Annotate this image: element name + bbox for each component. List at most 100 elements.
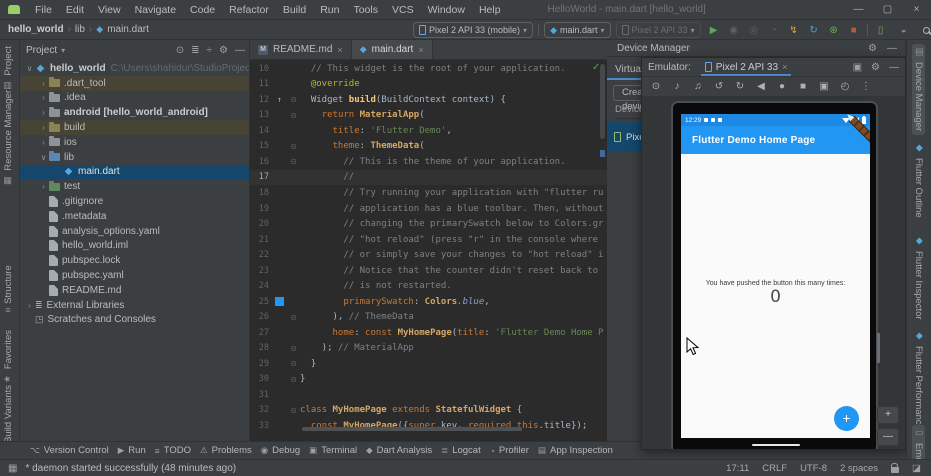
menu-vcs[interactable]: VCS	[385, 0, 421, 20]
menu-tools[interactable]: Tools	[346, 0, 385, 20]
code-line-27[interactable]: 27 home: const MyHomePage(title: 'Flutte…	[250, 325, 607, 341]
collapse-all-button[interactable]: ÷	[207, 45, 213, 56]
more-button[interactable]: ⋮	[860, 81, 872, 92]
window-mode-button[interactable]: ▣	[853, 62, 862, 73]
breadcrumb-item-main.dart[interactable]: main.dart	[107, 24, 149, 35]
tool-strip-item-flutter-performance[interactable]: ◆ Flutter Performance	[912, 328, 925, 434]
line-number[interactable]: 31	[250, 390, 272, 400]
debug-button[interactable]: ◉	[726, 25, 742, 36]
attach-debugger-button[interactable]: ⊛	[826, 25, 842, 36]
code-line-33[interactable]: 33 const MyHomePage({super.key, required…	[250, 418, 607, 434]
code-line-11[interactable]: 11 @override	[250, 77, 607, 93]
editor-horizontal-scrollbar[interactable]	[302, 427, 522, 431]
flutter-hot-restart-button[interactable]: ↻	[806, 25, 822, 36]
code-line-12[interactable]: 12 ↑ ⊟ Widget build(BuildContext context) …	[250, 92, 607, 108]
line-number[interactable]: 16	[250, 157, 272, 167]
run-configuration-selector[interactable]: ◆ main.dart ▾	[544, 22, 611, 38]
tree-toggle-icon[interactable]: ›	[38, 138, 49, 147]
line-number[interactable]: 23	[250, 266, 272, 276]
device-selector[interactable]: Pixel 2 API 33 (mobile) ▾	[413, 22, 534, 38]
tool-window-switcher-icon[interactable]: ▦	[8, 463, 17, 474]
settings-button[interactable]: ⚙	[219, 45, 228, 56]
line-number[interactable]: 15	[250, 141, 272, 151]
color-swatch-icon[interactable]	[272, 297, 287, 307]
settings-button[interactable]: ⚙	[871, 62, 880, 73]
hide-panel-button[interactable]: —	[235, 45, 245, 56]
close-icon[interactable]: ×	[337, 45, 342, 55]
code-line-32[interactable]: 32 ⊟ class MyHomePage extends StatefulWidg…	[250, 403, 607, 419]
tree-toggle-icon[interactable]: ›	[38, 79, 49, 88]
code-line-28[interactable]: 28 ⊟ ); // MaterialApp	[250, 341, 607, 357]
tree-toggle-icon[interactable]: ∨	[24, 64, 35, 73]
fold-marker-icon[interactable]: ⊟	[287, 157, 300, 166]
fold-marker-icon[interactable]: ⊟	[287, 111, 300, 120]
tree-item-.idea[interactable]: › .idea	[20, 91, 249, 106]
fold-marker-icon[interactable]: ⊟	[287, 344, 300, 353]
project-view-selector[interactable]: Project ▾	[26, 45, 65, 56]
code-line-10[interactable]: 10 // This widget is the root of your ap…	[250, 61, 607, 77]
code-line-29[interactable]: 29 ⊟ }	[250, 356, 607, 372]
flutter-hot-reload-button[interactable]: ↯	[786, 25, 802, 36]
code-line-26[interactable]: 26 ⊟ ), // ThemeData	[250, 310, 607, 326]
line-number[interactable]: 11	[250, 79, 272, 89]
close-icon[interactable]: ×	[782, 62, 787, 72]
tree-item-Scratches[interactable]: ◳ Scratches and Consoles	[20, 313, 249, 328]
menu-build[interactable]: Build	[276, 0, 313, 20]
editor-tab-README.md[interactable]: M README.md ×	[250, 40, 352, 59]
line-number[interactable]: 25	[250, 297, 272, 307]
emulator-device-tab[interactable]: Pixel 2 API 33 ×	[700, 58, 792, 76]
fold-marker-icon[interactable]: ⊟	[287, 375, 300, 384]
close-button[interactable]: ×	[902, 0, 931, 19]
tool-window-button-run[interactable]: ▶ Run	[118, 445, 146, 456]
fold-marker-icon[interactable]: ⊟	[287, 313, 300, 322]
fold-marker-icon[interactable]: ⊟	[287, 95, 300, 104]
volume-up-button[interactable]: ♫	[692, 81, 704, 92]
code-line-22[interactable]: 22 // or simply save your changes to "ho…	[250, 247, 607, 263]
search-everywhere-button[interactable]	[919, 26, 931, 34]
tool-strip-item-device-manager[interactable]: ▥ Device Manager	[912, 44, 925, 136]
code-line-23[interactable]: 23 // Notice that the counter didn't res…	[250, 263, 607, 279]
menu-navigate[interactable]: Navigate	[128, 0, 183, 20]
code-line-14[interactable]: 14 title: 'Flutter Demo',	[250, 123, 607, 139]
code-line-19[interactable]: 19 // application has a blue toolbar. Th…	[250, 201, 607, 217]
caret-position[interactable]: 17:11	[726, 463, 749, 474]
menu-file[interactable]: File	[28, 0, 59, 20]
sidebar-item-project[interactable]: ▤ Project	[3, 46, 14, 90]
maximize-button[interactable]: ▢	[873, 0, 902, 19]
tree-toggle-icon[interactable]: ∨	[38, 153, 49, 162]
code-line-20[interactable]: 20 // changing the primarySwatch below t…	[250, 216, 607, 232]
code-line-13[interactable]: 13 ⊟ return MaterialApp(	[250, 108, 607, 124]
settings-button[interactable]: ⚙	[868, 43, 877, 54]
tool-window-button-profiler[interactable]: ◔ Profiler	[490, 445, 529, 456]
code-line-17[interactable]: 17 //	[250, 169, 607, 186]
notifications-icon[interactable]: ◪	[912, 463, 921, 474]
tree-item-External[interactable]: › ≣ External Libraries	[20, 298, 249, 313]
zoom-in-button[interactable]: +	[877, 406, 899, 424]
line-number[interactable]: 12	[250, 95, 272, 105]
overview-button[interactable]: ■	[797, 81, 809, 92]
back-button[interactable]: ◀	[755, 81, 767, 92]
fold-marker-icon[interactable]: ⊟	[287, 406, 300, 415]
tree-item-main.dart[interactable]: ◆ main.dart	[20, 164, 249, 180]
indent-config[interactable]: 2 spaces	[840, 463, 878, 474]
stop-button[interactable]: ■	[846, 25, 862, 36]
code-line-24[interactable]: 24 // is not restarted.	[250, 278, 607, 294]
phone-screen[interactable]: 12:29 Flutter Demo Home Page You have pu…	[681, 114, 870, 438]
menu-view[interactable]: View	[91, 0, 128, 20]
screenshot-button[interactable]: ▣	[818, 81, 830, 92]
run-coverage-button[interactable]: ◎	[746, 25, 762, 36]
tree-toggle-icon[interactable]: ›	[38, 182, 49, 191]
tree-item-hello_world.iml[interactable]: hello_world.iml	[20, 239, 249, 254]
run-button[interactable]: ▶	[706, 25, 722, 36]
line-number[interactable]: 32	[250, 405, 272, 415]
device-mirroring-button[interactable]: ▯	[873, 25, 889, 36]
file-encoding[interactable]: UTF-8	[800, 463, 827, 474]
fold-marker-icon[interactable]: ⊟	[287, 359, 300, 368]
fold-marker-icon[interactable]: ⊟	[287, 142, 300, 151]
override-marker-icon[interactable]: ↑	[272, 95, 287, 104]
code-line-31[interactable]: 31	[250, 387, 607, 403]
tree-toggle-icon[interactable]: ›	[38, 108, 49, 117]
line-number[interactable]: 30	[250, 374, 272, 384]
tool-window-button-problems[interactable]: ⚠ Problems	[200, 445, 252, 456]
close-icon[interactable]: ×	[418, 45, 423, 55]
